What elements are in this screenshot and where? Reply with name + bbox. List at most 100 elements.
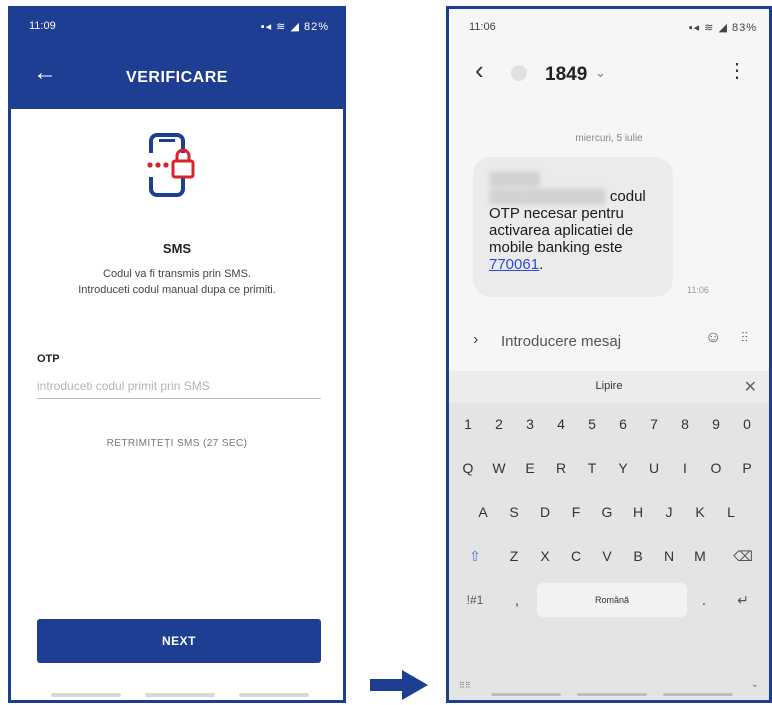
method-description: Codul va fi transmis prin SMS. Introduce… [31,266,323,298]
keyboard-toolbar-icon[interactable]: ⠿⠿ [459,681,471,690]
key-2[interactable]: 2 [484,407,514,441]
phone-lock-icon [143,133,195,197]
voice-wave-icon[interactable]: ⫶⫶ [741,329,748,346]
key-k[interactable]: K [685,495,715,529]
sender-name-blurred: client Patria Bank [489,188,606,205]
otp-label: OTP [37,353,60,365]
key-8[interactable]: 8 [670,407,700,441]
letter-row-1: Q W E R T Y U I O P [449,451,769,491]
key-a[interactable]: A [468,495,498,529]
key-c[interactable]: C [561,539,591,573]
comma-key[interactable]: , [499,583,535,617]
key-m[interactable]: M [685,539,715,573]
otp-code-link[interactable]: 770061 [489,256,539,273]
app-bar: ← VERIFICARE [11,47,343,109]
emoji-icon[interactable]: ☺ [705,329,721,347]
enter-key[interactable]: ↵ [721,583,765,617]
resend-sms-link[interactable]: RETRIMITEȚI SMS (27 SEC) [11,438,343,449]
key-l[interactable]: L [716,495,746,529]
conversation-header: ‹ 1849 ⌄ ⋮ [449,45,769,101]
key-t[interactable]: T [577,451,607,485]
expand-icon[interactable]: › [473,331,478,349]
key-3[interactable]: 3 [515,407,545,441]
status-icons: ▪◂ ≋ ◢ 82% [261,20,329,33]
date-separator: miercuri, 5 iulie [575,133,643,144]
signal-icon: ▪◂ ≋ ◢ [688,22,728,34]
bottom-key-row: !#1 , Română . ↵ [449,583,769,623]
description-line-2: Introduceti codul manual dupa ce primiti… [78,284,276,296]
key-i[interactable]: I [670,451,700,485]
letter-row-3: ⇧ Z X C V B N M ⌫ [449,539,769,579]
key-w[interactable]: W [484,451,514,485]
key-0[interactable]: 0 [732,407,762,441]
message-input[interactable] [501,327,681,355]
more-vertical-icon[interactable]: ⋮ [727,61,747,81]
right-phone-screen: 11:06 ▪◂ ≋ ◢ 83% ‹ 1849 ⌄ ⋮ miercuri, 5 … [446,6,772,703]
status-time: 11:09 [29,20,56,32]
method-title: SMS [162,241,192,256]
message-composer: › ☺ ⫶⫶ [449,311,769,371]
backspace-key[interactable]: ⌫ [721,539,765,573]
key-h[interactable]: H [623,495,653,529]
key-x[interactable]: X [530,539,560,573]
contact-name[interactable]: 1849 [545,64,587,86]
page-title: VERIFICARE [126,69,228,86]
nav-bar-segment [491,693,561,696]
description-line-1: Codul va fi transmis prin SMS. [103,268,251,280]
status-icons: ▪◂ ≋ ◢ 83% [689,21,757,34]
message-time: 11:06 [687,285,709,295]
key-4[interactable]: 4 [546,407,576,441]
key-v[interactable]: V [592,539,622,573]
suggestion-bar: Lipire ✕ [449,371,769,403]
key-q[interactable]: Q [453,451,483,485]
sender-name-blurred: Stimate [489,171,540,188]
shift-key[interactable]: ⇧ [453,539,497,573]
otp-input[interactable] [37,373,321,399]
keyboard: 1 2 3 4 5 6 7 8 9 0 Q W E R T Y U I O P … [449,403,769,700]
key-s[interactable]: S [499,495,529,529]
message-bubble[interactable]: Stimate client Patria Bank codul OTP nec… [473,157,673,297]
key-j[interactable]: J [654,495,684,529]
battery-level: 82% [303,21,329,33]
status-bar: 11:09 ▪◂ ≋ ◢ 82% [11,9,343,47]
key-6[interactable]: 6 [608,407,638,441]
key-o[interactable]: O [701,451,731,485]
message-list: miercuri, 5 iulie Stimate client Patria … [449,101,769,311]
key-n[interactable]: N [654,539,684,573]
close-icon[interactable]: ✕ [744,377,757,397]
space-key[interactable]: Română [537,583,687,617]
chevron-left-icon[interactable]: ‹ [475,57,484,83]
key-d[interactable]: D [530,495,560,529]
key-5[interactable]: 5 [577,407,607,441]
hide-keyboard-icon[interactable]: ⌄ [751,679,759,690]
battery-level: 83% [731,22,757,34]
letter-row-2: A S D F G H J K L [449,495,769,535]
nav-bar-segment [145,693,215,697]
key-1[interactable]: 1 [453,407,483,441]
avatar[interactable] [511,65,527,81]
key-z[interactable]: Z [499,539,529,573]
nav-bar-segment [51,693,121,697]
suggestion-paste[interactable]: Lipire [449,380,769,392]
period-key[interactable]: . [689,583,719,617]
number-row: 1 2 3 4 5 6 7 8 9 0 [449,407,769,447]
chevron-down-icon[interactable]: ⌄ [595,65,606,81]
key-7[interactable]: 7 [639,407,669,441]
left-phone-screen: 11:09 ▪◂ ≋ ◢ 82% ← VERIFICARE SMS Codul … [8,6,346,703]
nav-bar-segment [663,693,733,696]
key-p[interactable]: P [732,451,762,485]
signal-icon: ▪◂ ≋ ◢ [260,21,300,33]
status-bar: 11:06 ▪◂ ≋ ◢ 83% [449,9,769,45]
symbols-key[interactable]: !#1 [453,583,497,617]
nav-bar-segment [577,693,647,696]
key-f[interactable]: F [561,495,591,529]
next-button[interactable]: NEXT [37,619,321,663]
key-r[interactable]: R [546,451,576,485]
arrow-right-icon [370,670,428,700]
key-b[interactable]: B [623,539,653,573]
key-9[interactable]: 9 [701,407,731,441]
key-g[interactable]: G [592,495,622,529]
key-u[interactable]: U [639,451,669,485]
key-y[interactable]: Y [608,451,638,485]
key-e[interactable]: E [515,451,545,485]
